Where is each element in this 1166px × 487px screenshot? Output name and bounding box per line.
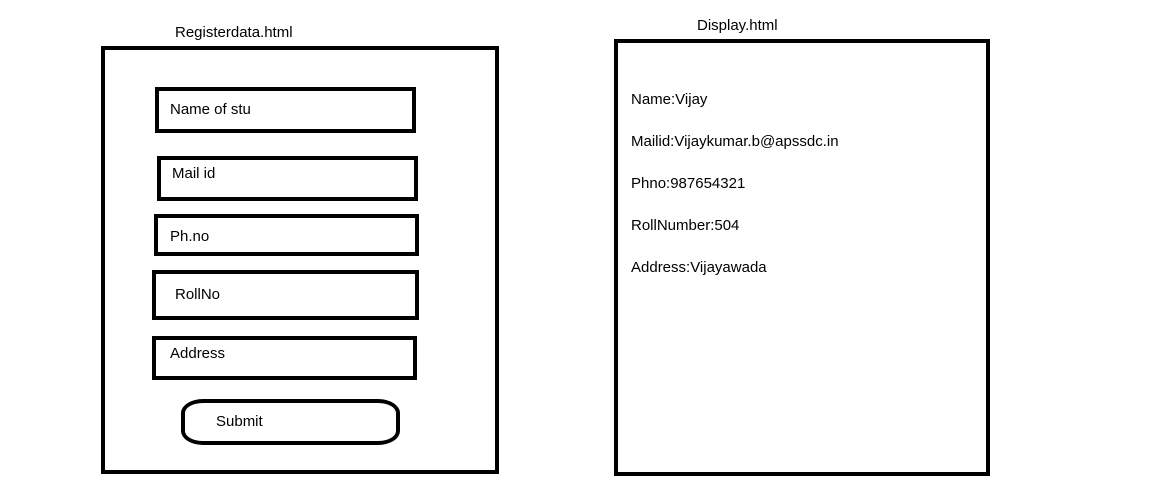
address-field[interactable]: Address xyxy=(152,336,417,380)
phone-field-label: Ph.no xyxy=(170,227,210,245)
roll-number-field[interactable]: RollNo xyxy=(152,270,419,320)
mail-field[interactable]: Mail id xyxy=(157,156,418,201)
display-phone-line: Phno:987654321 xyxy=(631,175,746,192)
display-name-line: Name:Vijay xyxy=(631,91,708,108)
display-address-line: Address:Vijayawada xyxy=(631,259,767,276)
mail-field-label: Mail id xyxy=(172,165,216,183)
display-roll-number-line: RollNumber:504 xyxy=(631,217,740,234)
roll-number-field-label: RollNo xyxy=(175,286,221,303)
name-field-label: Name of stu xyxy=(170,101,251,118)
display-page-title: Display.html xyxy=(697,17,778,34)
submit-button[interactable]: Submit xyxy=(181,399,400,445)
name-field[interactable]: Name of stu xyxy=(155,87,416,133)
submit-button-label: Submit xyxy=(216,413,263,430)
display-mail-line: Mailid:Vijaykumar.b@apssdc.in xyxy=(631,133,839,150)
phone-field[interactable]: Ph.no xyxy=(154,214,419,256)
register-page-title: Registerdata.html xyxy=(175,24,293,41)
address-field-label: Address xyxy=(170,345,226,363)
display-panel: Name:Vijay Mailid:Vijaykumar.b@apssdc.in… xyxy=(614,39,990,476)
register-form-panel: Name of stu Mail id Ph.no RollNo Address… xyxy=(101,46,499,474)
